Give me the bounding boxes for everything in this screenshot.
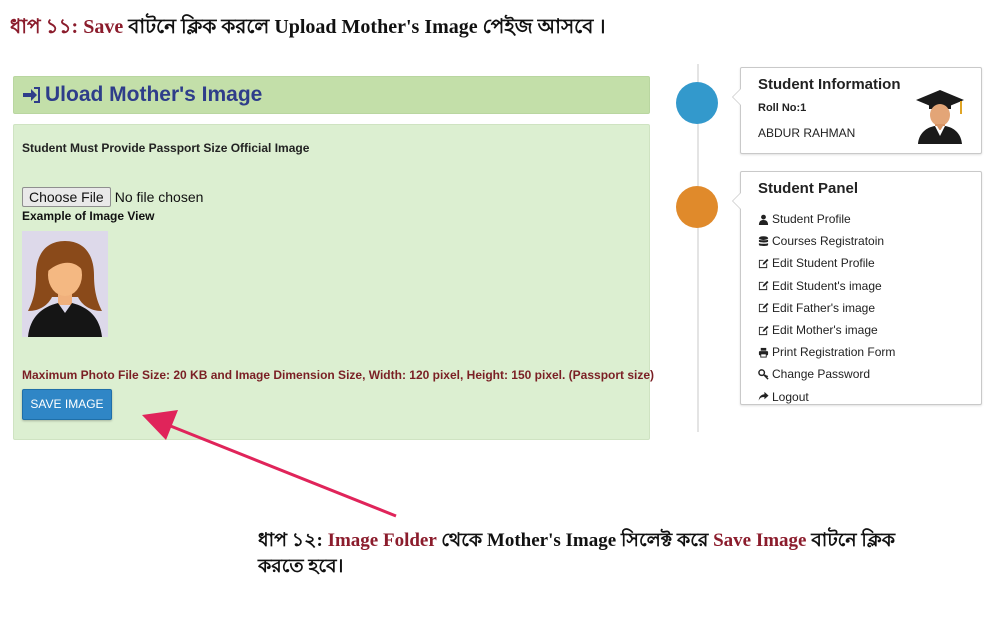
menu-item-label: Change Password — [772, 367, 871, 382]
menu-item-label: Edit Student Profile — [772, 256, 875, 271]
menu-item-logout[interactable]: Logout — [758, 386, 895, 408]
mother-image-keyword: Mother's Image — [486, 530, 617, 551]
menu-item-edit-student-image[interactable]: Edit Student's image — [758, 275, 895, 297]
upload-panel-body: Student Must Provide Passport Size Offic… — [13, 124, 654, 440]
instruction-text: থেকে — [441, 530, 483, 551]
menu-item-label: Student Profile — [772, 212, 851, 227]
sign-in-icon — [23, 87, 40, 103]
menu-item-label: Print Registration Form — [772, 345, 896, 360]
instruction-text: সিলেক্ট করে — [620, 530, 709, 551]
example-woman-avatar-image — [22, 231, 108, 337]
menu-item-courses-registration[interactable]: Courses Registratoin — [758, 230, 895, 252]
image-folder-keyword: Image Folder — [327, 530, 437, 551]
edit-icon — [758, 303, 769, 313]
menu-item-label: Edit Student's image — [772, 278, 882, 293]
share-icon — [758, 392, 769, 401]
requirement-text: Student Must Provide Passport Size Offic… — [22, 141, 310, 155]
menu-item-label: Courses Registratoin — [772, 234, 885, 249]
menu-item-label: Logout — [772, 389, 809, 404]
edit-icon — [758, 258, 769, 269]
page-keyword: Upload Mother's Image — [274, 16, 478, 38]
print-icon — [758, 347, 769, 358]
student-information-card: Student Information Roll No:1 ABDUR RAHM… — [732, 67, 982, 154]
timeline-dot-blue — [676, 82, 718, 124]
instruction-text: বাটনে ক্লিক করলে — [128, 16, 270, 38]
top-instruction: ধাপ ১১: Save বাটনে ক্লিক করলে Upload Mot… — [10, 12, 606, 45]
file-input: Choose File No file chosen — [22, 187, 203, 207]
student-information-title: Student Information — [758, 76, 901, 93]
key-icon — [758, 369, 769, 380]
instruction-text: পেইজ আসবে । — [482, 16, 606, 38]
roll-number: Roll No:1 — [758, 102, 807, 114]
file-size-limit-note: Maximum Photo File Size: 20 KB and Image… — [22, 368, 655, 382]
menu-item-label: Edit Father's image — [772, 300, 876, 315]
save-image-keyword: Save Image — [713, 530, 807, 551]
student-panel-title: Student Panel — [758, 180, 859, 197]
student-panel-menu: Student Profile Courses Registratoin Edi… — [758, 208, 895, 408]
menu-item-edit-student-profile[interactable]: Edit Student Profile — [758, 252, 895, 274]
step-12-label: ধাপ ১২: — [258, 530, 323, 551]
menu-item-label: Edit Mother's image — [772, 323, 878, 338]
upload-panel-title: Uload Mother's Image — [45, 83, 263, 106]
example-label: Example of Image View — [22, 209, 155, 223]
graduate-avatar-icon — [916, 90, 964, 144]
file-status: No file chosen — [114, 189, 204, 205]
choose-file-button[interactable]: Choose File — [22, 187, 111, 207]
menu-item-print-registration-form[interactable]: Print Registration Form — [758, 341, 895, 363]
database-icon — [758, 236, 769, 246]
edit-icon — [758, 281, 769, 291]
save-keyword: Save — [83, 16, 124, 38]
edit-icon — [758, 325, 769, 335]
menu-item-edit-mother-image[interactable]: Edit Mother's image — [758, 319, 895, 341]
menu-item-edit-father-image[interactable]: Edit Father's image — [758, 297, 895, 319]
save-image-button[interactable]: SAVE IMAGE — [22, 389, 112, 420]
menu-item-change-password[interactable]: Change Password — [758, 363, 895, 385]
menu-item-student-profile[interactable]: Student Profile — [758, 208, 895, 230]
student-panel-card: Student Panel Student Profile Courses Re… — [732, 171, 982, 408]
student-name: ABDUR RAHMAN — [758, 126, 856, 140]
user-icon — [758, 214, 769, 225]
bottom-instruction: ধাপ ১২: Image Folder থেকে Mother's Image… — [258, 528, 898, 580]
step-11-label: ধাপ ১১: — [10, 16, 79, 38]
upload-panel-header: Uload Mother's Image — [13, 76, 650, 114]
timeline-dot-orange — [676, 186, 718, 228]
